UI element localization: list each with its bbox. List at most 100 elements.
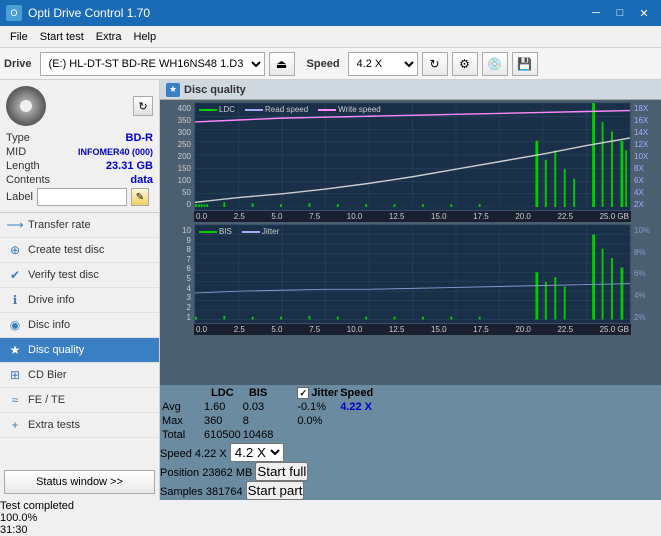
settings-button[interactable]: ⚙ [452,52,478,76]
window-controls: ─ □ ✕ [585,4,655,22]
refresh-button[interactable]: ↻ [422,52,448,76]
total-label: Total [162,429,202,441]
max-ldc: 360 [204,415,241,427]
minimize-button[interactable]: ─ [585,4,607,22]
menu-extra[interactable]: Extra [90,29,128,45]
app-title: Opti Drive Control 1.70 [28,6,150,20]
write-label: Write speed [338,105,381,114]
y2-label-8: 8 [187,245,191,254]
stats-bar: LDC BIS ✓ Jitter Speed [160,385,661,500]
speed-display-label: Speed [160,448,192,460]
y2-label-1: 1 [187,313,191,322]
samples-label: Samples [160,486,203,498]
y-right-18x: 18X [634,104,648,113]
chart1: LDC Read speed Write speed [194,102,631,211]
max-bis: 8 [243,415,274,427]
sidebar-item-disc-info[interactable]: ◉ Disc info [0,313,159,338]
create-test-disc-icon: ⊕ [8,243,22,257]
sidebar-item-disc-quality[interactable]: ★ Disc quality [0,338,159,363]
speed-row: Speed 4.22 X 4.2 X [160,443,661,462]
bis-color [199,231,217,233]
read-color [245,109,263,111]
col-jitter-header: ✓ Jitter [297,387,338,399]
samples-row: Samples 381764 Start part [160,481,661,500]
chart2-xaxis: 0.0 2.5 5.0 7.5 10.0 12.5 15.0 17.5 20.0… [194,324,631,335]
ldc-label: LDC [219,105,235,114]
status-text: Test completed [0,500,74,512]
right-stats: Speed 4.22 X 4.2 X Position 23862 MB Sta… [160,443,661,500]
y-right-14x: 14X [634,128,648,137]
col-ldc: LDC [204,387,241,399]
toolbar: Drive (E:) HL-DT-ST BD-RE WH16NS48 1.D3 … [0,48,661,80]
drive-select[interactable]: (E:) HL-DT-ST BD-RE WH16NS48 1.D3 [40,52,265,76]
y2-label-9: 9 [187,236,191,245]
save-button[interactable]: 💾 [512,52,538,76]
y2-label-2: 2 [187,303,191,312]
start-full-button[interactable]: Start full [255,462,308,481]
disc-contents-value: data [130,174,153,186]
sidebar-item-label: Extra tests [28,419,80,431]
sidebar-item-drive-info[interactable]: ℹ Drive info [0,288,159,313]
start-part-button[interactable]: Start part [246,481,305,500]
eject-button[interactable]: ⏏ [269,52,295,76]
y2-label-5: 5 [187,274,191,283]
status-bar: Test completed 100.0% 31:30 [0,500,661,536]
close-button[interactable]: ✕ [633,4,655,22]
y2-right-6p: 6% [634,269,646,278]
transfer-rate-icon: ⟶ [8,218,22,232]
sidebar-item-verify-test-disc[interactable]: ✔ Verify test disc [0,263,159,288]
sidebar-item-extra-tests[interactable]: + Extra tests [0,413,159,438]
y2-right-2p: 2% [634,313,646,322]
title-bar: O Opti Drive Control 1.70 ─ □ ✕ [0,0,661,26]
app-icon: O [6,5,22,21]
verify-test-disc-icon: ✔ [8,268,22,282]
y2-label-4: 4 [187,284,191,293]
y-label-200: 200 [178,152,191,161]
y-right-10x: 10X [634,152,648,161]
y-right-6x: 6X [634,176,644,185]
jitter-color [242,231,260,233]
menu-bar: File Start test Extra Help [0,26,661,48]
stats-row-total: Total 610500 10468 [162,429,373,441]
chart1-svg [195,103,630,207]
y-right-2x: 2X [634,200,644,209]
speed-select[interactable]: 4.2 X [348,52,418,76]
disc-label-input[interactable] [37,188,127,206]
chart1-wrapper: 0 50 100 150 200 250 300 350 400 [162,102,659,222]
legend-read: Read speed [245,105,308,114]
menu-file[interactable]: File [4,29,34,45]
sidebar-item-cd-bier[interactable]: ⊞ CD Bier [0,363,159,388]
media-button[interactable]: 💿 [482,52,508,76]
disc-refresh-button[interactable]: ↻ [133,96,153,116]
total-bis: 10468 [243,429,274,441]
y-label-250: 250 [178,140,191,149]
speed-select2[interactable]: 4.2 X [230,443,284,462]
disc-length-value: 23.31 GB [106,160,153,172]
status-window-button[interactable]: Status window >> [4,470,155,494]
write-color [318,109,336,111]
menu-start-test[interactable]: Start test [34,29,90,45]
progress-bar-container: 100.0% [0,512,661,524]
sidebar-item-create-test-disc[interactable]: ⊕ Create test disc [0,238,159,263]
y2-label-6: 6 [187,264,191,273]
legend-write: Write speed [318,105,381,114]
content-area: ★ Disc quality 0 50 100 150 200 2 [160,80,661,500]
y2-right-8p: 8% [634,248,646,257]
read-label: Read speed [265,105,308,114]
y-label-400: 400 [178,104,191,113]
sidebar-item-fe-te[interactable]: ≈ FE / TE [0,388,159,413]
y-label-150: 150 [178,164,191,173]
main-area: ↻ Type BD-R MID INFOMER40 (000) Length 2… [0,80,661,500]
y-right-4x: 4X [634,188,644,197]
y2-label-3: 3 [187,293,191,302]
time-text: 31:30 [0,524,28,536]
jitter-label: Jitter [262,227,279,236]
sidebar-item-transfer-rate[interactable]: ⟶ Transfer rate [0,213,159,238]
disc-label-button[interactable]: ✎ [131,188,149,206]
jitter-checkbox[interactable]: ✓ [297,387,309,399]
maximize-button[interactable]: □ [609,4,631,22]
bis-label: BIS [219,227,232,236]
y2-label-7: 7 [187,255,191,264]
menu-help[interactable]: Help [127,29,162,45]
disc-length-label: Length [6,160,40,172]
